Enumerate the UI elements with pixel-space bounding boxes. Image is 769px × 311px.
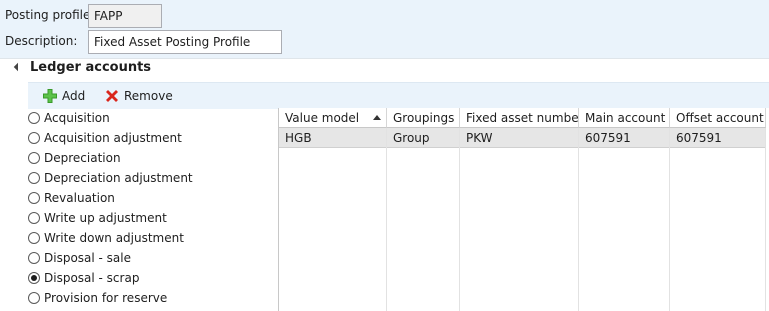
cell-fixed-asset-number[interactable]: PKW [460, 128, 493, 148]
radio-label: Disposal - sale [44, 251, 132, 265]
radio-provision-for-reserve[interactable]: Provision for reserve [28, 288, 167, 308]
description-field[interactable]: Fixed Asset Posting Profile [88, 30, 282, 54]
ledger-accounts-grid: Value model Groupings Fixed asset number… [278, 108, 769, 311]
toolbar: Add Remove [28, 82, 769, 109]
cell-offset-account[interactable]: 607591 [670, 128, 722, 148]
column-divider [765, 128, 766, 311]
remove-label: Remove [124, 89, 173, 103]
column-header-main-account[interactable]: Main account [579, 108, 670, 128]
section-title: Ledger accounts [30, 60, 152, 75]
add-icon [43, 89, 57, 103]
column-divider [459, 128, 460, 311]
radio-label: Depreciation adjustment [44, 171, 193, 185]
radio-write-up-adjustment[interactable]: Write up adjustment [28, 208, 167, 228]
radio-button-icon[interactable] [28, 232, 40, 244]
radio-label: Write up adjustment [44, 211, 167, 225]
radio-label: Disposal - scrap [44, 271, 140, 285]
radio-disposal-sale[interactable]: Disposal - sale [28, 248, 131, 268]
radio-button-icon[interactable] [28, 252, 40, 264]
radio-button-icon[interactable] [28, 212, 40, 224]
column-header-label: Offset account [676, 111, 764, 125]
radio-label: Depreciation [44, 151, 121, 165]
radio-label: Provision for reserve [44, 291, 168, 305]
radio-button-icon[interactable] [28, 132, 40, 144]
column-header-fixed-asset-number[interactable]: Fixed asset number [460, 108, 579, 128]
cell-main-account[interactable]: 607591 [579, 128, 631, 148]
posting-profile-field[interactable]: FAPP [88, 4, 162, 28]
column-header-label: Main account [585, 111, 666, 125]
radio-label: Acquisition [44, 111, 110, 125]
add-button[interactable]: Add [42, 87, 85, 105]
radio-disposal-scrap[interactable]: Disposal - scrap [28, 268, 139, 288]
sort-ascending-icon [373, 115, 382, 120]
column-header-label: Value model [285, 111, 360, 125]
radio-button-icon[interactable] [28, 192, 40, 204]
radio-depreciation-adjustment[interactable]: Depreciation adjustment [28, 168, 193, 188]
remove-button[interactable]: Remove [104, 87, 173, 105]
radio-acquisition[interactable]: Acquisition [28, 108, 110, 128]
radio-label: Acquisition adjustment [44, 131, 182, 145]
column-header-label: Groupings [393, 111, 455, 125]
column-header-groupings[interactable]: Groupings [387, 108, 460, 128]
column-header-value-model[interactable]: Value model [279, 108, 387, 128]
radio-button-selected-icon[interactable] [28, 272, 40, 284]
radio-write-down-adjustment[interactable]: Write down adjustment [28, 228, 184, 248]
column-divider [578, 128, 579, 311]
column-divider [669, 128, 670, 311]
column-divider [386, 128, 387, 311]
radio-button-icon[interactable] [28, 172, 40, 184]
collapse-triangle-icon[interactable] [13, 62, 23, 72]
column-header-offset-account[interactable]: Offset account [670, 108, 766, 128]
column-header-label: Fixed asset number [466, 111, 579, 125]
radio-acquisition-adjustment[interactable]: Acquisition adjustment [28, 128, 182, 148]
radio-depreciation[interactable]: Depreciation [28, 148, 121, 168]
description-label: Description: [5, 34, 78, 48]
posting-profile-label: Posting profile: [5, 8, 95, 22]
radio-label: Revaluation [44, 191, 115, 205]
remove-icon [106, 90, 118, 102]
radio-label: Write down adjustment [44, 231, 184, 245]
cell-value-model[interactable]: HGB [279, 128, 312, 148]
cell-groupings[interactable]: Group [387, 128, 430, 148]
radio-button-icon[interactable] [28, 292, 40, 304]
radio-button-icon[interactable] [28, 152, 40, 164]
radio-revaluation[interactable]: Revaluation [28, 188, 115, 208]
add-label: Add [62, 89, 86, 103]
radio-button-icon[interactable] [28, 112, 40, 124]
